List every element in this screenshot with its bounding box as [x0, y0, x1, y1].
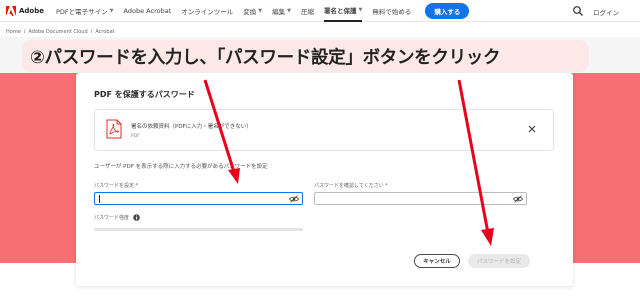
- nav-item-label: 編集: [272, 7, 286, 16]
- nav-item-label: オンラインツール: [181, 7, 234, 16]
- info-icon[interactable]: [133, 214, 140, 221]
- pdf-file-icon: [106, 119, 122, 139]
- nav-item-pdf-esign[interactable]: PDFと電子サイン ▼: [56, 6, 114, 16]
- chevron-down-icon: ▼: [109, 7, 114, 14]
- set-password-button[interactable]: パスワードを設定: [468, 254, 530, 268]
- nav-item-sign-protect[interactable]: 署名と保護 ▼: [323, 0, 363, 22]
- top-navigation: Adobe PDFと電子サイン ▼ Adobe Acrobat オンラインツール …: [0, 0, 640, 22]
- instruction-banner: ②パスワードを入力し、「パスワード設定」ボタンをクリック: [22, 40, 589, 72]
- nav-item-label: 変換: [243, 7, 257, 16]
- search-icon[interactable]: [572, 5, 584, 17]
- adobe-logo-icon: [6, 5, 16, 16]
- nav-item-label: Adobe Acrobat: [123, 6, 172, 15]
- nav-item-label: 署名と保護: [323, 6, 357, 15]
- chevron-down-icon: ▼: [258, 7, 263, 14]
- text-cursor: [99, 195, 100, 203]
- nav-item-adobe-acrobat[interactable]: Adobe Acrobat: [124, 7, 172, 15]
- nav-item-start-free[interactable]: 無料で始める: [372, 6, 411, 16]
- breadcrumb-home[interactable]: Home: [6, 29, 21, 35]
- file-card: 署名の依頼資料（PDFに入力・署名ができない） PDF: [94, 109, 554, 151]
- password-strength-meter: [94, 228, 303, 231]
- confirm-password-field[interactable]: [314, 192, 527, 205]
- nav-item-label: 無料で始める: [372, 7, 412, 16]
- chevron-down-icon: ▼: [358, 6, 363, 13]
- confirm-password-label: パスワードを確認してください *: [314, 183, 388, 189]
- dialog-title: PDF を保護するパスワード: [94, 90, 195, 99]
- nav-item-edit[interactable]: 編集 ▼: [272, 6, 291, 16]
- password-label: パスワードを設定 *: [94, 183, 139, 189]
- nav-item-online-tools[interactable]: オンラインツール: [181, 6, 233, 16]
- breadcrumb-document-cloud[interactable]: Adobe Document Cloud: [28, 29, 87, 35]
- adobe-logo-text: Adobe: [19, 6, 44, 15]
- breadcrumb-separator: /: [90, 29, 93, 35]
- breadcrumb-acrobat[interactable]: Acrobat: [95, 29, 114, 35]
- password-input[interactable]: [95, 193, 302, 204]
- chevron-down-icon: ▼: [287, 7, 291, 14]
- dialog-description: ユーザーが PDF を表示する際に入力する必要があるパスワードを設定: [94, 164, 268, 170]
- nav-item-label: PDFと電子サイン: [56, 7, 108, 16]
- breadcrumb-separator: /: [23, 29, 26, 35]
- eye-slash-icon[interactable]: [289, 195, 299, 203]
- file-type: PDF: [131, 134, 140, 139]
- login-link[interactable]: ログイン: [593, 7, 619, 17]
- password-strength-text: パスワード強度: [94, 215, 130, 221]
- adobe-logo[interactable]: Adobe: [6, 5, 56, 16]
- instruction-text: ②パスワードを入力し、「パスワード設定」ボタンをクリック: [30, 47, 501, 68]
- confirm-password-input[interactable]: [315, 193, 526, 204]
- buy-button[interactable]: 購入する: [425, 2, 470, 19]
- password-field[interactable]: [94, 192, 303, 205]
- protect-pdf-dialog: PDF を保護するパスワード 署名の依頼資料（PDFに入力・署名ができない） P…: [76, 73, 573, 286]
- breadcrumb: Home / Adobe Document Cloud / Acrobat: [6, 29, 115, 35]
- cancel-button[interactable]: キャンセル: [414, 254, 460, 268]
- eye-slash-icon[interactable]: [513, 195, 523, 203]
- password-strength-label: パスワード強度: [94, 214, 140, 221]
- nav-item-convert[interactable]: 変換 ▼: [243, 6, 262, 16]
- file-name: 署名の依頼資料（PDFに入力・署名ができない）: [131, 124, 252, 130]
- nav-item-label: 圧縮: [300, 7, 314, 16]
- nav-item-compress[interactable]: 圧縮: [301, 6, 314, 16]
- close-icon[interactable]: [527, 124, 537, 134]
